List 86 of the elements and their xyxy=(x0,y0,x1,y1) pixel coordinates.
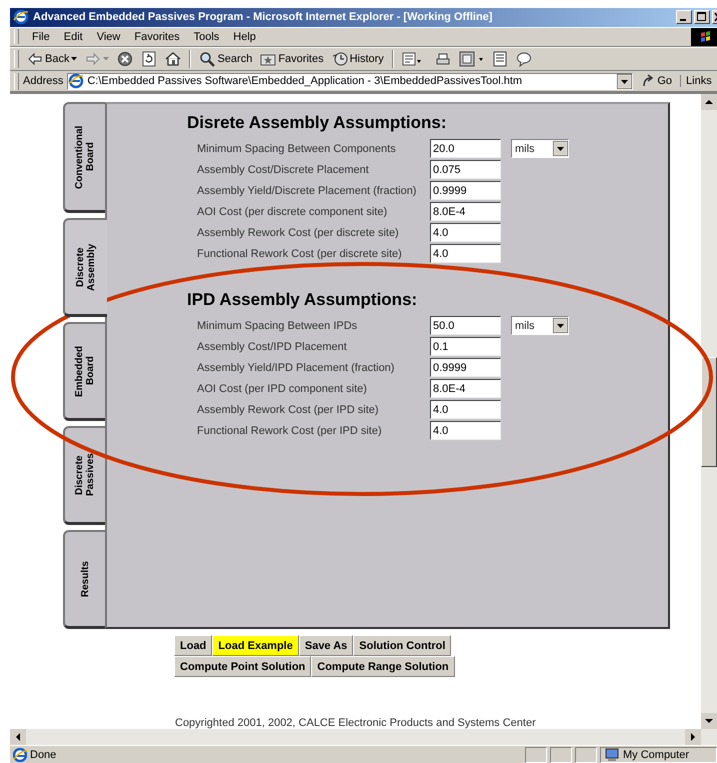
vertical-scrollbar[interactable] xyxy=(701,94,717,730)
menu-item[interactable]: Help xyxy=(226,30,263,44)
input-field[interactable]: 20.0 xyxy=(430,139,501,158)
back-arrow-icon xyxy=(27,50,43,67)
forward-arrow-icon xyxy=(85,50,102,67)
minimize-icon[interactable] xyxy=(676,10,692,24)
input-field[interactable]: 0.9999 xyxy=(430,358,501,378)
home-icon xyxy=(165,50,182,67)
back-button[interactable]: Back xyxy=(25,50,80,68)
clock-icon xyxy=(332,50,348,67)
field-label: Assembly Rework Cost (per discrete site) xyxy=(196,226,400,239)
document-icon xyxy=(492,50,508,67)
printer-icon xyxy=(434,50,451,67)
caret-icon xyxy=(103,56,110,61)
side-tab[interactable]: Discrete Assembly xyxy=(63,218,107,318)
menu-item[interactable]: Favorites xyxy=(127,30,187,44)
browser-icon xyxy=(13,9,29,26)
zone-text: My Computer xyxy=(623,748,690,761)
side-tab[interactable]: Results xyxy=(63,530,105,630)
section-heading: IPD Assembly Assumptions: xyxy=(187,290,418,310)
menu-item[interactable]: View xyxy=(90,30,128,44)
input-field[interactable]: 8.0E-4 xyxy=(430,202,501,222)
field-label: Functional Rework Cost (per IPD site) xyxy=(196,424,383,437)
action-button[interactable]: Load Example xyxy=(212,635,299,656)
dropdown-arrow-icon xyxy=(553,318,568,334)
edit-icon xyxy=(458,50,484,67)
action-button[interactable]: Load xyxy=(174,635,212,656)
field-label: Assembly Yield/Discrete Placement (fraction) xyxy=(196,184,418,197)
status-panel xyxy=(575,746,597,763)
copyright-text: Copyrighted 2001, 2002, CALCE Electronic Products and Systems Center xyxy=(175,717,537,730)
unit-dropdown[interactable]: mils xyxy=(511,139,569,158)
history-button[interactable]: History xyxy=(330,50,386,68)
window-title: Advanced Embedded Passives Program - Microsoft Internet Explorer - [Working Offline] xyxy=(33,11,494,24)
field-label: Assembly Yield/IPD Placement (fraction) xyxy=(196,362,396,374)
action-button[interactable]: Compute Range Solution xyxy=(311,656,455,678)
field-label: AOI Cost (per discrete component site) xyxy=(196,206,388,218)
field-label: Assembly Rework Cost (per IPD site) xyxy=(196,404,380,416)
input-field[interactable]: 8.0E-4 xyxy=(430,379,501,398)
input-field[interactable]: 4.0 xyxy=(430,244,501,264)
go-button[interactable]: Go xyxy=(637,74,676,88)
horizontal-scrollbar[interactable] xyxy=(10,729,717,746)
input-field[interactable]: 0.9999 xyxy=(430,181,501,200)
menu-item[interactable]: Tools xyxy=(186,30,226,44)
status-text: Done xyxy=(30,748,58,761)
input-field[interactable]: 0.075 xyxy=(430,160,501,180)
page-icon xyxy=(68,73,84,90)
dropdown-arrow-icon xyxy=(553,141,568,156)
speech-bubble-icon xyxy=(516,50,532,67)
side-tab[interactable]: Embedded Board xyxy=(63,322,105,422)
action-button[interactable]: Save As xyxy=(298,635,354,656)
address-field[interactable]: C:\Embedded Passives Software\Embedded_Application - 3\EmbeddedPassivesTool.htm xyxy=(67,72,634,90)
maximize-icon[interactable] xyxy=(694,10,710,24)
field-label: Functional Rework Cost (per discrete site) xyxy=(196,248,403,260)
page-icon xyxy=(13,748,27,762)
input-field[interactable]: 50.0 xyxy=(430,316,501,336)
dropdown-arrow-icon[interactable] xyxy=(617,74,632,89)
side-tab[interactable]: Conventional Board xyxy=(63,102,105,214)
search-button[interactable]: Search xyxy=(197,50,254,68)
unit-dropdown[interactable]: mils xyxy=(511,316,569,336)
caret-icon xyxy=(71,56,78,61)
section-heading: Disrete Assembly Assumptions: xyxy=(187,113,448,134)
menu-item[interactable]: Edit xyxy=(56,30,90,44)
status-panel xyxy=(525,746,547,763)
action-button[interactable]: Compute Point Solution xyxy=(174,656,312,678)
field-label: Assembly Cost/IPD Placement xyxy=(196,340,348,353)
refresh-icon xyxy=(141,50,158,67)
action-button[interactable]: Solution Control xyxy=(353,635,452,656)
field-label: Minimum Spacing Between Components xyxy=(196,142,397,155)
side-tab[interactable]: Discrete Passives xyxy=(63,426,105,526)
field-label: Assembly Cost/Discrete Placement xyxy=(196,164,370,176)
input-field[interactable]: 0.1 xyxy=(430,337,501,356)
search-icon xyxy=(199,50,216,67)
edit-button[interactable] xyxy=(456,50,486,68)
input-field[interactable]: 4.0 xyxy=(430,421,501,440)
stop-icon xyxy=(117,50,134,67)
status-panel xyxy=(550,746,572,763)
address-label: Address xyxy=(23,75,64,88)
menu-item[interactable]: File xyxy=(25,30,57,44)
input-field[interactable]: 4.0 xyxy=(430,400,501,420)
field-label: Minimum Spacing Between IPDs xyxy=(196,320,358,332)
favorites-button[interactable]: Favorites xyxy=(258,50,326,68)
input-field[interactable]: 4.0 xyxy=(430,223,501,242)
go-arrow-icon xyxy=(641,74,656,88)
links-button[interactable]: Links xyxy=(680,75,712,88)
windows-logo-icon xyxy=(691,28,717,46)
field-label: AOI Cost (per IPD component site) xyxy=(196,382,368,395)
